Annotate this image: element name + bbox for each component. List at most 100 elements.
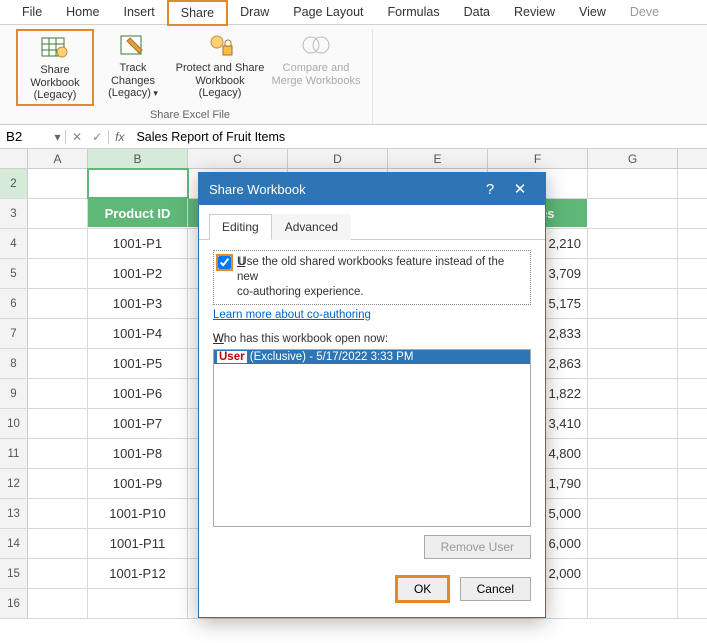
dialog-tab-editing[interactable]: Editing	[209, 214, 272, 240]
col-header-G[interactable]: G	[588, 149, 678, 168]
cell[interactable]	[28, 379, 88, 408]
cell[interactable]	[28, 319, 88, 348]
cell[interactable]	[588, 229, 678, 258]
cell[interactable]	[28, 559, 88, 588]
row-header[interactable]: 6	[0, 289, 28, 318]
col-header-C[interactable]: C	[188, 149, 288, 168]
tab-view[interactable]: View	[567, 1, 618, 23]
row-header[interactable]: 15	[0, 559, 28, 588]
cell[interactable]	[28, 469, 88, 498]
row-header[interactable]: 11	[0, 439, 28, 468]
cancel-button[interactable]: Cancel	[460, 577, 531, 601]
fx-icon[interactable]: fx	[109, 130, 130, 144]
row-header[interactable]: 4	[0, 229, 28, 258]
tab-draw[interactable]: Draw	[228, 1, 281, 23]
tab-share[interactable]: Share	[167, 0, 228, 26]
row-header[interactable]: 9	[0, 379, 28, 408]
track-changes-button[interactable]: Track Changes (Legacy)	[94, 29, 172, 102]
cell[interactable]	[588, 319, 678, 348]
cell[interactable]	[588, 589, 678, 618]
row-header[interactable]: 8	[0, 349, 28, 378]
cell[interactable]	[28, 499, 88, 528]
col-header-F[interactable]: F	[488, 149, 588, 168]
cell[interactable]	[588, 559, 678, 588]
share-workbook-button[interactable]: Share Workbook (Legacy)	[16, 29, 94, 106]
user-list-item[interactable]: User (Exclusive) - 5/17/2022 3:33 PM	[214, 350, 530, 364]
cell[interactable]: 1001-P10	[88, 499, 188, 528]
cell[interactable]: 1001-P4	[88, 319, 188, 348]
cell[interactable]	[588, 349, 678, 378]
cell[interactable]	[588, 439, 678, 468]
cell[interactable]: 1001-P6	[88, 379, 188, 408]
cell[interactable]	[28, 589, 88, 618]
row-header[interactable]: 3	[0, 199, 28, 228]
col-header-B[interactable]: B	[88, 149, 188, 168]
cell[interactable]: 1001-P12	[88, 559, 188, 588]
tab-data[interactable]: Data	[452, 1, 502, 23]
cell[interactable]	[28, 439, 88, 468]
cell[interactable]: 1001-P8	[88, 439, 188, 468]
tab-page-layout[interactable]: Page Layout	[281, 1, 375, 23]
cell[interactable]	[588, 499, 678, 528]
cell[interactable]: 1001-P9	[88, 469, 188, 498]
row-header[interactable]: 14	[0, 529, 28, 558]
col-header-A[interactable]: A	[28, 149, 88, 168]
dialog-tab-advanced[interactable]: Advanced	[272, 214, 351, 240]
cell[interactable]	[28, 169, 88, 198]
row-header[interactable]: 16	[0, 589, 28, 618]
protect-share-button[interactable]: Protect and Share Workbook (Legacy)	[172, 29, 268, 102]
cell[interactable]	[88, 169, 188, 198]
cell[interactable]	[588, 289, 678, 318]
cell[interactable]	[588, 529, 678, 558]
cell[interactable]	[88, 589, 188, 618]
cell[interactable]	[28, 349, 88, 378]
name-box[interactable]	[0, 127, 50, 146]
tab-developer[interactable]: Deve	[618, 1, 671, 23]
row-header[interactable]: 10	[0, 409, 28, 438]
cell[interactable]	[28, 229, 88, 258]
cell[interactable]: 1001-P7	[88, 409, 188, 438]
col-header-D[interactable]: D	[288, 149, 388, 168]
cell[interactable]: 1001-P1	[88, 229, 188, 258]
users-list[interactable]: User (Exclusive) - 5/17/2022 3:33 PM	[213, 349, 531, 527]
dialog-close-icon[interactable]: ✕	[505, 180, 535, 198]
cell[interactable]	[588, 259, 678, 288]
cell[interactable]	[28, 409, 88, 438]
tab-review[interactable]: Review	[502, 1, 567, 23]
cell[interactable]	[28, 529, 88, 558]
select-all-corner[interactable]	[0, 149, 28, 168]
cell[interactable]	[28, 259, 88, 288]
col-header-E[interactable]: E	[388, 149, 488, 168]
tab-file[interactable]: File	[10, 1, 54, 23]
cancel-formula-icon[interactable]: ✕	[72, 130, 82, 144]
row-header[interactable]: 5	[0, 259, 28, 288]
tab-formulas[interactable]: Formulas	[376, 1, 452, 23]
cell[interactable]	[588, 409, 678, 438]
tab-home[interactable]: Home	[54, 1, 111, 23]
row-header[interactable]: 7	[0, 319, 28, 348]
cell[interactable]	[588, 199, 678, 228]
cell[interactable]	[28, 199, 88, 228]
cell[interactable]	[588, 469, 678, 498]
use-legacy-option[interactable]: UUse the old shared workbooks feature in…	[213, 250, 531, 305]
formula-input[interactable]	[130, 128, 707, 146]
dialog-titlebar[interactable]: Share Workbook ? ✕	[199, 173, 545, 205]
cell[interactable]: 1001-P2	[88, 259, 188, 288]
ok-button[interactable]: OK	[395, 575, 450, 603]
cell[interactable]	[588, 169, 678, 198]
header-cell[interactable]: Product ID	[88, 199, 188, 228]
cell[interactable]: 1001-P11	[88, 529, 188, 558]
cell[interactable]: 1001-P3	[88, 289, 188, 318]
enter-formula-icon[interactable]: ✓	[92, 130, 102, 144]
cell[interactable]	[28, 289, 88, 318]
learn-more-link[interactable]: Learn more about co-authoring	[213, 309, 531, 321]
use-legacy-checkbox[interactable]	[218, 256, 231, 269]
row-header[interactable]: 2	[0, 169, 28, 198]
row-header[interactable]: 13	[0, 499, 28, 528]
row-header[interactable]: 12	[0, 469, 28, 498]
cell[interactable]: 1001-P5	[88, 349, 188, 378]
tab-insert[interactable]: Insert	[112, 1, 167, 23]
cell[interactable]	[588, 379, 678, 408]
dialog-help-icon[interactable]: ?	[475, 181, 505, 198]
name-box-dropdown[interactable]: ▾	[50, 130, 66, 144]
